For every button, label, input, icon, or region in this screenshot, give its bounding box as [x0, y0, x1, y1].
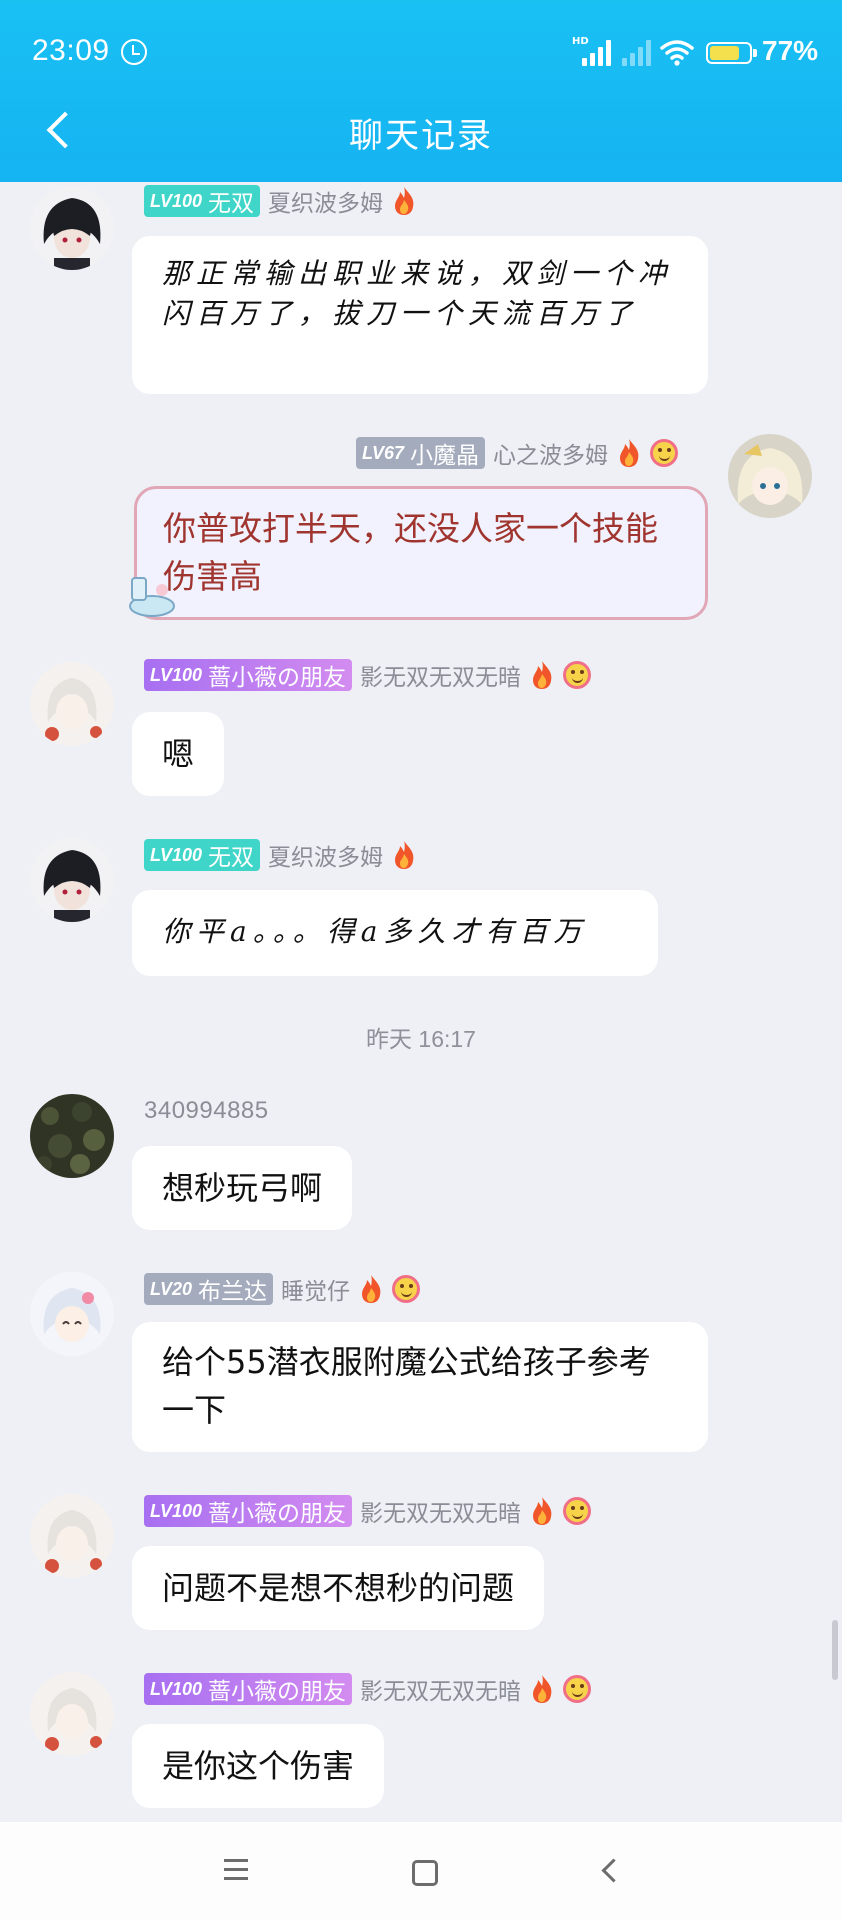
level-tag: LV100 无双 — [144, 185, 261, 217]
avatar[interactable] — [30, 1494, 114, 1578]
smile-icon — [563, 1675, 592, 1703]
avatar[interactable] — [30, 186, 114, 270]
fire-icon — [533, 1675, 552, 1703]
fire-icon — [395, 841, 414, 869]
message-bubble[interactable]: 那正常输出职业来说，双剑一个冲闪百万了，拔刀一个天流百万了 — [132, 236, 708, 394]
nickname: 夏织波多姆 — [268, 191, 384, 217]
app-header: 23:09 HD 77% 聊天记录 — [0, 0, 842, 182]
fire-icon — [362, 1275, 381, 1303]
back-icon[interactable] — [580, 1842, 640, 1898]
level-tag: LV100 蔷小薇の朋友 — [144, 1495, 353, 1527]
sender-info: LV67 小魔晶 心之波多姆 — [356, 436, 679, 470]
message-bubble[interactable]: 是你这个伤害 — [132, 1724, 385, 1808]
sender-info: LV100 无双 夏织波多姆 — [144, 838, 417, 872]
sender-info: LV100 无双 夏织波多姆 — [144, 184, 417, 218]
sender-info: LV100 蔷小薇の朋友 影无双无双无暗 — [144, 658, 592, 692]
sender-info: LV100 蔷小薇の朋友 影无双无双无暗 — [144, 1672, 592, 1706]
battery-icon — [706, 42, 757, 64]
nickname: 影无双无双无暗 — [360, 1501, 522, 1527]
fire-icon — [620, 439, 639, 467]
message-bubble[interactable]: 给个55潜衣服附魔公式给孩子参考一下 — [132, 1322, 708, 1452]
avatar[interactable] — [30, 1672, 114, 1756]
signal-icon — [582, 40, 614, 66]
nickname: 340994885 — [144, 1097, 269, 1124]
page-title: 聊天记录 — [349, 116, 493, 156]
wifi-icon — [660, 40, 694, 66]
battery-percent: 77% — [762, 35, 819, 66]
avatar[interactable] — [30, 1094, 114, 1178]
status-bar: 23:09 HD 77% — [0, 30, 842, 74]
nickname: 影无双无双无暗 — [360, 1679, 522, 1705]
message-bubble[interactable]: 嗯 — [132, 712, 225, 796]
system-nav-bar — [0, 1822, 842, 1920]
home-icon[interactable] — [392, 1842, 452, 1898]
sender-info: LV100 蔷小薇の朋友 影无双无双无暗 — [144, 1494, 592, 1528]
menu-icon[interactable] — [206, 1842, 266, 1898]
fire-icon — [533, 661, 552, 689]
nickname: 影无双无双无暗 — [360, 665, 522, 691]
sender-info: LV20 布兰达 睡觉仔 — [144, 1272, 421, 1306]
nickname: 心之波多姆 — [493, 443, 609, 469]
smile-icon — [563, 661, 592, 689]
smile-icon — [563, 1497, 592, 1525]
timestamp: 昨天 16:17 — [366, 1026, 476, 1052]
clock: 23:09 — [32, 34, 110, 67]
alarm-icon — [121, 39, 147, 65]
nickname: 睡觉仔 — [281, 1279, 351, 1305]
level-tag: LV100 无双 — [144, 839, 261, 871]
sender-info: 340994885 — [144, 1094, 269, 1128]
message-bubble[interactable]: 你平a。。。得a多久才有百万 — [132, 890, 658, 976]
message-bubble[interactable]: 想秒玩弓啊 — [132, 1146, 353, 1230]
level-tag: LV67 小魔晶 — [356, 437, 486, 469]
fire-icon — [533, 1497, 552, 1525]
avatar[interactable] — [728, 434, 812, 518]
level-tag: LV100 蔷小薇の朋友 — [144, 1673, 353, 1705]
level-tag: LV20 布兰达 — [144, 1273, 274, 1305]
scrollbar[interactable] — [832, 1620, 838, 1680]
message-bubble[interactable]: 你普攻打半天，还没人家一个技能伤害高 — [134, 486, 708, 620]
bubble-decoration-icon — [129, 577, 175, 617]
avatar[interactable] — [30, 1272, 114, 1356]
signal-icon-secondary — [622, 40, 654, 66]
level-tag: LV100 蔷小薇の朋友 — [144, 659, 353, 691]
fire-icon — [395, 187, 414, 215]
message-bubble[interactable]: 问题不是想不想秒的问题 — [132, 1546, 545, 1630]
smile-icon — [650, 439, 679, 467]
avatar[interactable] — [30, 662, 114, 746]
avatar[interactable] — [30, 838, 114, 922]
nickname: 夏织波多姆 — [268, 845, 384, 871]
smile-icon — [392, 1275, 421, 1303]
